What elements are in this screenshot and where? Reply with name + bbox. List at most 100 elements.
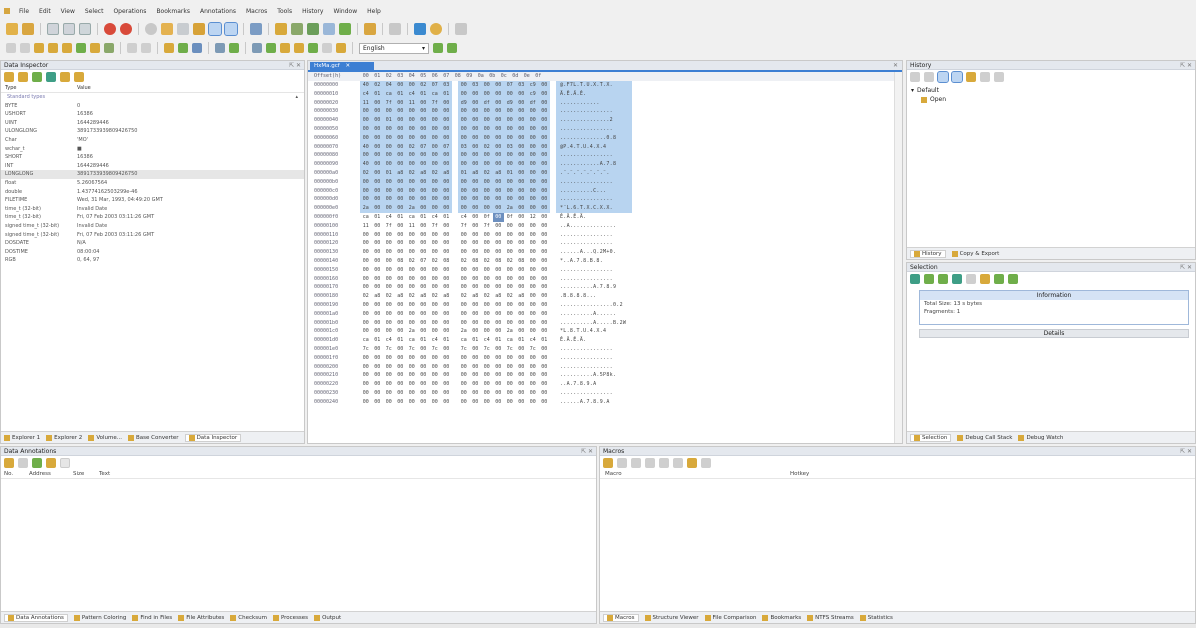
hex-byte[interactable]: 02 (360, 168, 372, 178)
hex-byte[interactable]: 00 (469, 160, 481, 169)
hex-byte[interactable]: 00 (383, 186, 395, 196)
hex-byte[interactable]: a8 (469, 168, 481, 178)
hex-byte[interactable]: 00 (441, 398, 453, 407)
hex-byte[interactable]: 00 (418, 363, 430, 372)
hex-byte[interactable]: 00 (360, 195, 372, 205)
hex-byte[interactable]: 00 (481, 380, 493, 389)
hex-byte[interactable]: 00 (372, 380, 384, 389)
hex-byte[interactable]: 00 (406, 283, 418, 292)
hex-byte[interactable]: 00 (516, 266, 528, 275)
menu-item-window[interactable]: Window (328, 8, 362, 15)
hex-byte[interactable]: 00 (492, 133, 504, 143)
hex-byte[interactable]: 03 (515, 81, 527, 90)
hex-byte[interactable]: a8 (516, 292, 528, 301)
selection-copy-icon[interactable] (952, 274, 962, 284)
hex-byte[interactable]: 00 (469, 107, 481, 117)
hex-byte[interactable]: 00 (395, 283, 407, 292)
hex-row[interactable]: 00000100 11 00 7f 00 11 00 7f 00 7f 00 7f 00 00 00 00 00… (308, 222, 902, 231)
hex-text[interactable]: ..........A.7.8.9 (556, 283, 632, 292)
inspector-row[interactable]: ULONGLONG 3891733939809426750 (1, 127, 304, 136)
hex-byte[interactable]: 08 (395, 257, 407, 266)
bookmark-icon[interactable] (275, 23, 287, 35)
hex-byte[interactable]: a8 (470, 292, 482, 301)
hex-byte[interactable]: 00 (406, 363, 418, 372)
hex-byte[interactable]: 00 (383, 133, 395, 143)
hex-byte[interactable]: ca (504, 336, 516, 345)
hex-byte[interactable]: 02 (481, 168, 493, 178)
hex-byte[interactable]: 00 (538, 195, 550, 205)
hex-byte[interactable]: 00 (395, 310, 407, 319)
hex-byte[interactable]: 00 (470, 380, 482, 389)
hex-byte[interactable]: 00 (492, 98, 504, 108)
hex-row[interactable]: 00000070 40 00 00 00 02 07 00 07 03 00 02 00 03 00 00 00… (308, 142, 902, 152)
hex-text[interactable]: ................ (556, 266, 632, 275)
fill-icon[interactable] (90, 43, 100, 53)
hex-byte[interactable]: c4 (360, 89, 372, 99)
hex-byte[interactable]: 00 (516, 231, 528, 240)
hex-byte[interactable]: 00 (395, 301, 407, 310)
hex-byte[interactable]: 40 (360, 142, 372, 152)
hex-byte[interactable]: c4 (481, 336, 493, 345)
hex-row[interactable]: 00000130 00 00 00 00 00 00 00 00 00 00 00 00 00 00 00 00… (308, 248, 902, 257)
hex-byte[interactable]: 00 (418, 283, 430, 292)
hex-byte[interactable]: 00 (418, 275, 430, 284)
hex-byte[interactable]: 00 (360, 380, 372, 389)
hex-byte[interactable]: 7c (360, 345, 372, 354)
hex-byte[interactable]: 02 (417, 81, 429, 90)
script-icon[interactable] (339, 23, 351, 35)
hex-byte[interactable]: 00 (383, 248, 395, 257)
hex-byte[interactable]: 00 (395, 363, 407, 372)
hex-byte[interactable]: 00 (538, 81, 550, 90)
hex-byte[interactable]: 02 (429, 257, 441, 266)
dock-tab[interactable]: Debug Call Stack (957, 434, 1012, 441)
hex-byte[interactable]: c9 (527, 89, 539, 99)
hex-byte[interactable]: 00 (470, 389, 482, 398)
hex-byte[interactable]: 00 (493, 222, 505, 231)
hex-byte[interactable]: 00 (371, 124, 383, 134)
hex-byte[interactable]: 00 (372, 345, 384, 354)
hex-byte[interactable]: 00 (504, 160, 516, 169)
hex-byte[interactable]: 00 (504, 177, 516, 187)
hex-byte[interactable]: 00 (515, 204, 527, 213)
hex-byte[interactable]: 00 (429, 160, 441, 169)
hex-byte[interactable]: 00 (515, 116, 527, 125)
hex-byte[interactable]: 00 (481, 283, 493, 292)
hex-row[interactable]: 00000160 00 00 00 00 00 00 00 00 00 00 00 00 00 00 00 00… (308, 275, 902, 284)
hex-byte[interactable]: 00 (383, 195, 395, 205)
hex-byte[interactable]: 00 (492, 107, 504, 117)
dock-tab[interactable]: Copy & Export (951, 250, 999, 257)
text-cursor-icon[interactable] (336, 43, 346, 53)
hex-text[interactable]: ................ (556, 124, 632, 134)
dock-tab[interactable]: File Comparison (704, 614, 756, 621)
hex-byte[interactable]: 00 (493, 310, 505, 319)
hex-byte[interactable]: 12 (527, 213, 539, 222)
copy-icon[interactable] (48, 43, 58, 53)
hex-byte[interactable]: 00 (527, 239, 539, 248)
inspector-row[interactable]: signed time_t (32-bit) Fri, 07 Feb 2003 0… (1, 231, 304, 240)
hex-byte[interactable]: 00 (360, 239, 372, 248)
hex-byte[interactable]: 00 (429, 319, 441, 328)
export-icon[interactable] (178, 43, 188, 53)
hex-byte[interactable]: 00 (516, 319, 528, 328)
hex-row[interactable]: 000001b0 00 00 00 00 00 00 00 00 00 00 00 00 00 00 00 00… (308, 319, 902, 328)
hex-byte[interactable]: 00 (516, 380, 528, 389)
hex-row[interactable]: 00000060 00 00 00 00 00 00 00 00 00 00 00 00 00 00 00 00… (308, 133, 902, 143)
hex-byte[interactable]: 00 (406, 354, 418, 363)
hex-text[interactable]: @P.4.T.U.4.X.4 (556, 142, 632, 152)
hex-byte[interactable]: 00 (516, 239, 528, 248)
hex-byte[interactable]: 02 (504, 292, 516, 301)
hex-byte[interactable]: 00 (360, 275, 372, 284)
history-delete-icon[interactable] (924, 72, 934, 82)
hex-byte[interactable]: 00 (383, 275, 395, 284)
inspector-format-icon[interactable] (74, 72, 84, 82)
hex-byte[interactable]: 00 (504, 239, 516, 248)
hex-byte[interactable]: 00 (441, 301, 453, 310)
hex-byte[interactable]: 00 (469, 177, 481, 187)
hex-byte[interactable]: 00 (527, 231, 539, 240)
hex-byte[interactable]: 7c (527, 345, 539, 354)
hex-byte[interactable]: 00 (360, 389, 372, 398)
hex-byte[interactable]: 01 (458, 168, 470, 178)
hex-byte[interactable]: 7f (383, 222, 395, 231)
hex-byte[interactable]: 00 (458, 248, 470, 257)
hex-byte[interactable]: 00 (481, 363, 493, 372)
